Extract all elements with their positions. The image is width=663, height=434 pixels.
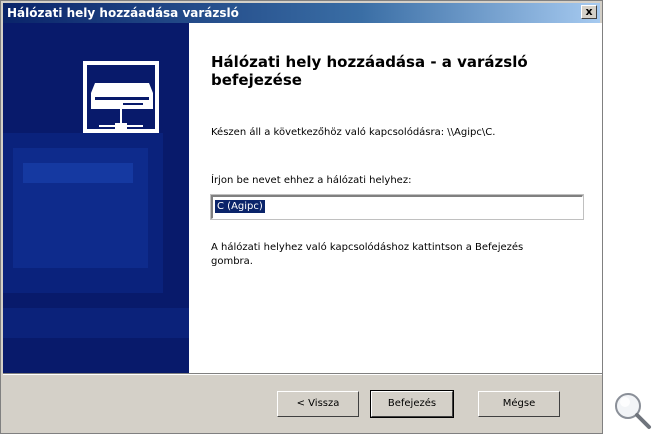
name-label: Írjon be nevet ehhez a hálózati helyhez: [211, 175, 412, 186]
wizard-dialog: Hálózati hely hozzáadása varázsló x Háló… [0, 0, 603, 434]
magnifier-icon[interactable] [612, 390, 652, 430]
footer-separator [3, 373, 602, 375]
cancel-button[interactable]: Mégse [478, 391, 560, 417]
window-title: Hálózati hely hozzáadása varázsló [7, 6, 239, 20]
location-name-value: C (Agipc) [215, 200, 265, 213]
wizard-side-panel [3, 23, 189, 373]
ready-text: Készen áll a következőhöz való kapcsolód… [211, 127, 496, 138]
title-bar[interactable]: Hálózati hely hozzáadása varázsló x [3, 3, 600, 23]
back-button[interactable]: < Vissza [277, 391, 359, 417]
page-heading: Hálózati hely hozzáadása - a varázsló be… [211, 53, 528, 89]
location-name-input[interactable]: C (Agipc) [210, 194, 584, 220]
close-button[interactable]: x [581, 5, 597, 19]
network-drive-icon [3, 23, 189, 373]
finish-button[interactable]: Befejezés [370, 390, 454, 418]
wizard-content: Hálózati hely hozzáadása - a varázsló be… [189, 23, 602, 373]
instruction-text: A hálózati helyhez való kapcsolódáshoz k… [211, 242, 524, 267]
